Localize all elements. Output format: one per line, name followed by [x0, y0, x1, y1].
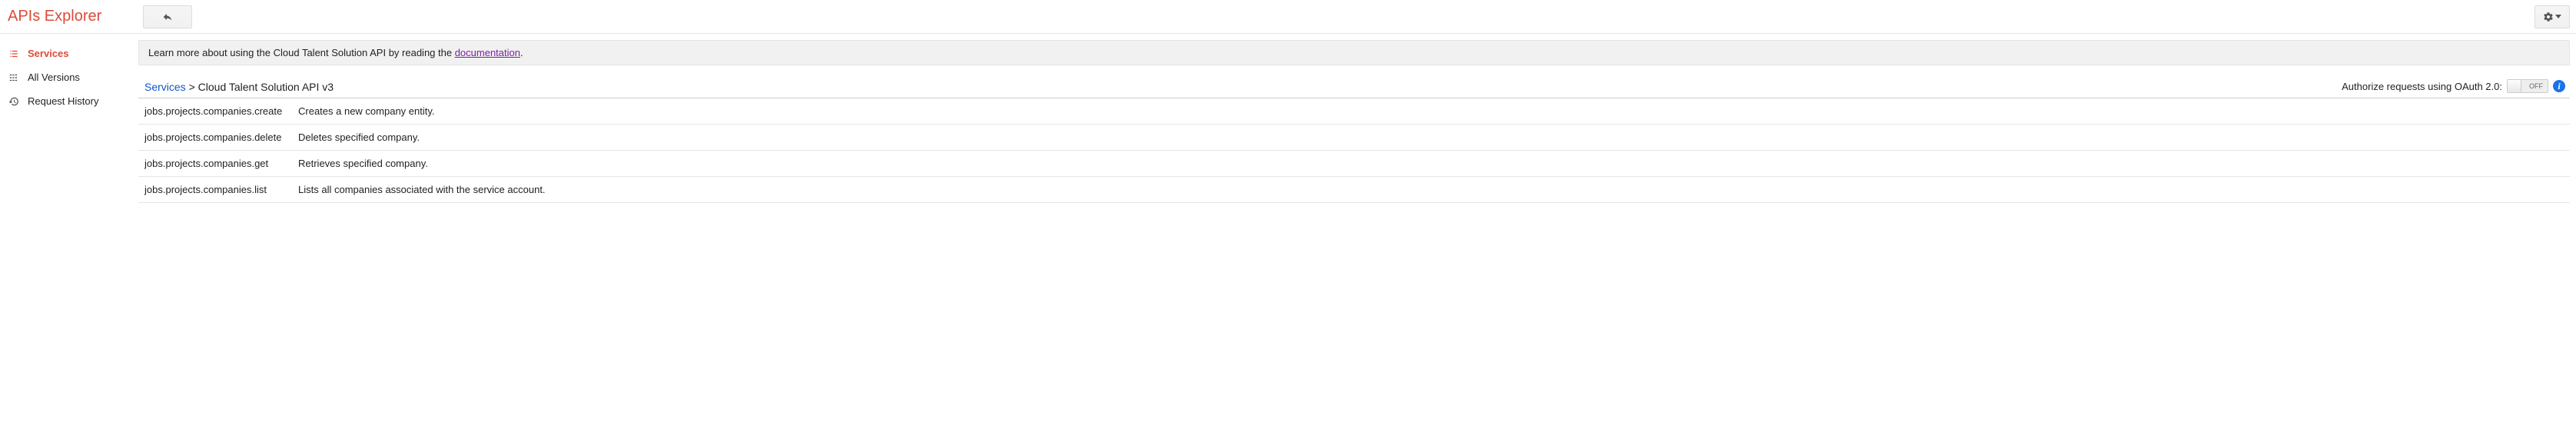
grid-icon — [8, 72, 20, 83]
method-row: jobs.projects.companies.list Lists all c… — [138, 177, 2570, 203]
sidebar-item-label: Services — [28, 48, 69, 59]
sidebar-item-request-history[interactable]: Request History — [0, 89, 138, 113]
breadcrumb: Services > Cloud Talent Solution API v3 — [144, 81, 334, 93]
toggle-state-label: OFF — [2529, 82, 2543, 90]
method-desc: Lists all companies associated with the … — [298, 184, 2564, 195]
method-row: jobs.projects.companies.get Retrieves sp… — [138, 151, 2570, 177]
auth-label: Authorize requests using OAuth 2.0: — [2342, 81, 2502, 92]
list-icon — [8, 48, 20, 59]
sidebar-item-label: Request History — [28, 95, 98, 107]
settings-button[interactable] — [2535, 5, 2570, 28]
method-row: jobs.projects.companies.delete Deletes s… — [138, 125, 2570, 151]
oauth-toggle[interactable]: OFF — [2507, 79, 2548, 93]
main-content: Learn more about using the Cloud Talent … — [138, 34, 2576, 203]
info-icon[interactable]: i — [2553, 80, 2565, 92]
info-text-prefix: Learn more about using the Cloud Talent … — [148, 47, 455, 58]
toggle-knob — [2508, 80, 2521, 92]
history-icon — [8, 96, 20, 107]
method-desc: Retrieves specified company. — [298, 158, 2564, 169]
breadcrumb-root-link[interactable]: Services — [144, 81, 186, 93]
chevron-down-icon — [2555, 15, 2561, 18]
breadcrumb-sep: > — [186, 81, 198, 93]
reply-arrow-icon — [161, 12, 174, 22]
sidebar-item-label: All Versions — [28, 72, 80, 83]
method-name-link[interactable]: jobs.projects.companies.get — [144, 158, 298, 169]
method-name-link[interactable]: jobs.projects.companies.create — [144, 105, 298, 117]
documentation-link[interactable]: documentation — [455, 47, 520, 58]
breadcrumb-row: Services > Cloud Talent Solution API v3 … — [138, 76, 2570, 98]
info-text-suffix: . — [520, 47, 523, 58]
sidebar: Services All Versions Request History — [0, 34, 138, 203]
method-name-link[interactable]: jobs.projects.companies.list — [144, 184, 298, 195]
top-bar: APIs Explorer — [0, 0, 2576, 34]
breadcrumb-current: Cloud Talent Solution API v3 — [198, 81, 334, 93]
method-desc: Creates a new company entity. — [298, 105, 2564, 117]
layout: Services All Versions Request History Le… — [0, 34, 2576, 203]
method-desc: Deletes specified company. — [298, 131, 2564, 143]
gear-icon — [2543, 12, 2554, 22]
sidebar-item-all-versions[interactable]: All Versions — [0, 65, 138, 89]
method-row: jobs.projects.companies.create Creates a… — [138, 98, 2570, 125]
sidebar-item-services[interactable]: Services — [0, 42, 138, 65]
method-name-link[interactable]: jobs.projects.companies.delete — [144, 131, 298, 143]
back-button[interactable] — [143, 5, 192, 28]
info-banner: Learn more about using the Cloud Talent … — [138, 40, 2570, 65]
methods-list: jobs.projects.companies.create Creates a… — [138, 98, 2570, 203]
auth-area: Authorize requests using OAuth 2.0: OFF … — [2342, 79, 2565, 93]
app-title: APIs Explorer — [0, 8, 138, 25]
